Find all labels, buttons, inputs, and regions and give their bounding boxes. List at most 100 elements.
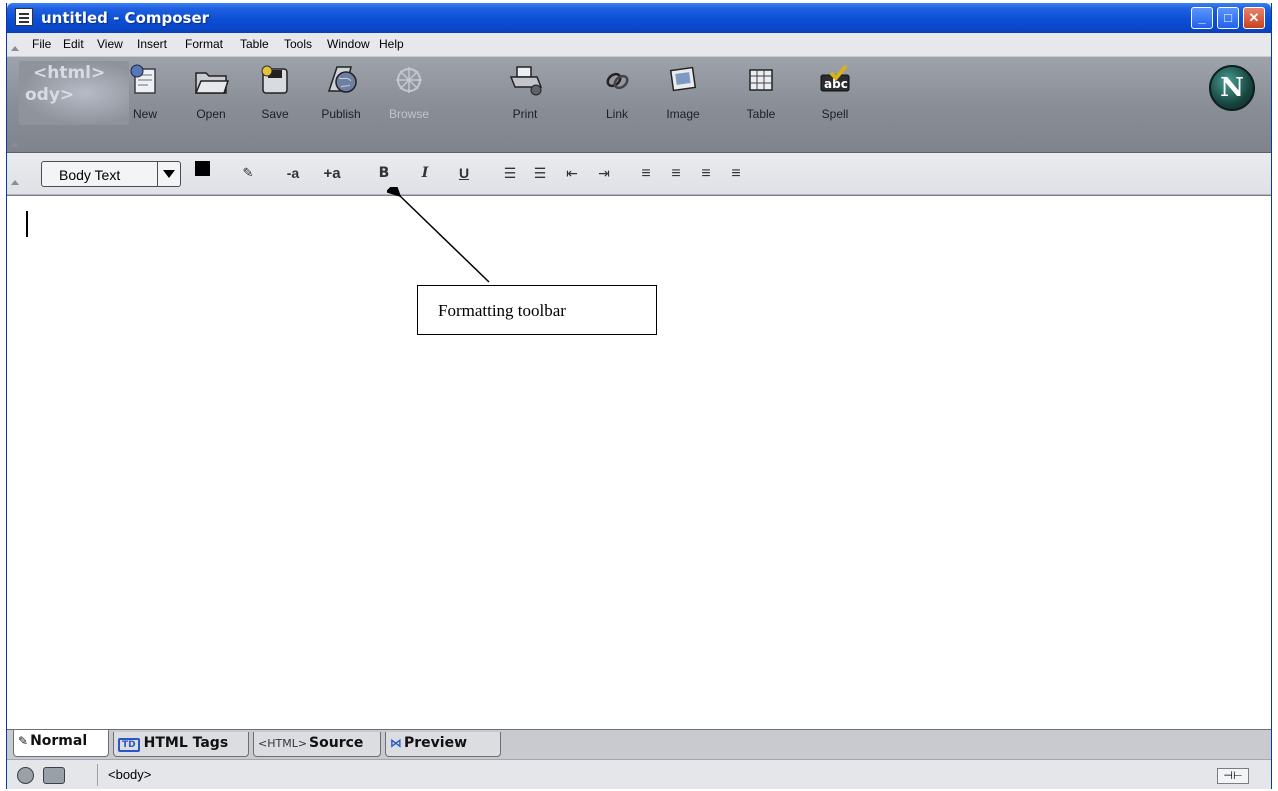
save-label: Save: [261, 107, 289, 121]
document-editor[interactable]: [7, 195, 1271, 729]
preview-icon: ⋈: [390, 736, 402, 750]
printer-icon: [507, 63, 543, 97]
text-color-picker[interactable]: [195, 161, 221, 187]
publish-label: Publish: [321, 107, 361, 121]
underline-icon[interactable]: U: [456, 165, 472, 183]
composer-window: untitled - Composer _ □ ✕ File Edit View…: [6, 3, 1272, 789]
print-button[interactable]: Print: [495, 63, 555, 125]
tab-html-tags[interactable]: TD HTML Tags: [113, 732, 249, 757]
annotation-arrow: [387, 187, 490, 283]
title-bar[interactable]: untitled - Composer _ □ ✕: [7, 3, 1271, 33]
highlight-pencil-icon[interactable]: ✎: [239, 165, 257, 183]
element-path[interactable]: <body>: [108, 767, 151, 782]
netscape-logo[interactable]: N: [1209, 65, 1255, 111]
outdent-icon[interactable]: ⇤: [563, 165, 581, 183]
html-source-icon: <HTML>: [258, 737, 308, 750]
window-title: untitled - Composer: [41, 9, 210, 27]
close-button[interactable]: ✕: [1243, 7, 1265, 29]
picture-icon: [665, 63, 701, 97]
td-tag-icon: TD: [118, 738, 140, 752]
tab-source-label: Source: [309, 735, 364, 751]
tab-preview-label: Preview: [404, 735, 468, 751]
composer-status-icon[interactable]: [43, 767, 65, 784]
image-label: Image: [666, 107, 700, 121]
justify-icon[interactable]: ≡: [727, 165, 745, 183]
open-label: Open: [196, 107, 226, 121]
align-left-icon[interactable]: ≡: [637, 165, 655, 183]
composition-toolbar: <html> ody> New Open Save Publish Browse…: [7, 57, 1271, 153]
status-bar: <body> ⊣⊢: [7, 759, 1271, 789]
close-icon: ✕: [1248, 10, 1260, 25]
bold-icon[interactable]: B: [375, 165, 393, 183]
edit-mode-tabbar: ✎ Normal TD HTML Tags <HTML> Source ⋈ Previe…: [7, 729, 1271, 759]
menu-format[interactable]: Format: [185, 37, 223, 51]
link-button[interactable]: Link: [587, 63, 647, 125]
align-center-icon[interactable]: ≡: [667, 165, 685, 183]
table-icon: [743, 63, 779, 97]
spell-label: Spell: [821, 107, 849, 121]
menu-help[interactable]: Help: [379, 37, 404, 51]
image-button[interactable]: Image: [653, 63, 713, 125]
annotation-label: Formatting toolbar: [438, 301, 566, 320]
indent-icon[interactable]: ⇥: [595, 165, 613, 183]
paragraph-style-select[interactable]: Body Text: [41, 161, 181, 187]
save-button[interactable]: Save: [245, 63, 305, 125]
menu-tools[interactable]: Tools: [284, 37, 312, 51]
menu-edit[interactable]: Edit: [63, 37, 84, 51]
globe-icon: [323, 63, 359, 97]
text-caret: [26, 211, 28, 237]
menu-window[interactable]: Window: [327, 37, 370, 51]
formatting-toolbar-collapse-grip[interactable]: [11, 179, 19, 185]
publish-button[interactable]: Publish: [311, 63, 371, 125]
tab-html-tags-label: HTML Tags: [143, 735, 229, 751]
chevron-down-icon[interactable]: [157, 162, 180, 186]
browse-icon: [391, 63, 427, 97]
tab-normal[interactable]: ✎ Normal: [13, 730, 109, 757]
maximize-button[interactable]: □: [1217, 7, 1239, 29]
browse-label: Browse: [388, 107, 429, 121]
save-disk-icon: [257, 63, 293, 97]
text-color-swatch[interactable]: [195, 161, 210, 176]
table-label: Table: [746, 107, 776, 121]
print-label: Print: [512, 107, 538, 121]
table-button[interactable]: Table: [731, 63, 791, 125]
folder-icon: [193, 63, 230, 97]
new-page-icon: [127, 63, 163, 97]
menu-insert[interactable]: Insert: [137, 37, 167, 51]
chain-link-icon: [599, 63, 635, 97]
new-button[interactable]: New: [115, 63, 175, 125]
menu-file[interactable]: File: [32, 37, 51, 51]
tab-preview[interactable]: ⋈ Preview: [385, 732, 501, 757]
composer-app-icon: [15, 8, 33, 26]
formatting-toolbar: Body Text ✎ -a +a B I U ☰ ☰ ⇤ ⇥ ≡ ≡ ≡ ≡: [7, 153, 1271, 195]
italic-icon[interactable]: I: [417, 165, 433, 183]
toolbar-collapse-grip[interactable]: [11, 141, 19, 147]
minimize-button[interactable]: _: [1191, 7, 1213, 29]
numbered-list-icon[interactable]: ☰: [531, 165, 549, 183]
connection-status-icon[interactable]: ⊣⊢: [1217, 768, 1249, 784]
link-label: Link: [605, 107, 628, 121]
tab-normal-label: Normal: [30, 733, 88, 749]
bullet-list-icon[interactable]: ☰: [501, 165, 519, 183]
open-button[interactable]: Open: [181, 63, 241, 125]
menubar-collapse-grip[interactable]: [11, 45, 19, 51]
new-label: New: [132, 107, 157, 121]
menu-table[interactable]: Table: [240, 37, 269, 51]
html-background-graphic: <html> ody>: [19, 61, 129, 125]
netscape-status-icon[interactable]: [17, 767, 34, 784]
paragraph-style-value: Body Text: [59, 167, 121, 183]
pencil-icon: ✎: [18, 734, 29, 748]
annotation-callout: Formatting toolbar: [417, 285, 657, 335]
browse-button[interactable]: Browse: [379, 63, 439, 125]
smaller-font-icon[interactable]: -a: [282, 165, 304, 183]
minimize-icon: _: [1198, 10, 1206, 25]
status-divider: [97, 764, 98, 786]
spellcheck-icon: abc: [817, 63, 853, 97]
maximize-icon: □: [1224, 10, 1232, 25]
larger-font-icon[interactable]: +a: [320, 165, 344, 183]
tab-source[interactable]: <HTML> Source: [253, 732, 381, 757]
menu-bar: File Edit View Insert Format Table Tools…: [7, 33, 1271, 57]
menu-view[interactable]: View: [97, 37, 123, 51]
align-right-icon[interactable]: ≡: [697, 165, 715, 183]
spell-button[interactable]: abc Spell: [805, 63, 865, 125]
